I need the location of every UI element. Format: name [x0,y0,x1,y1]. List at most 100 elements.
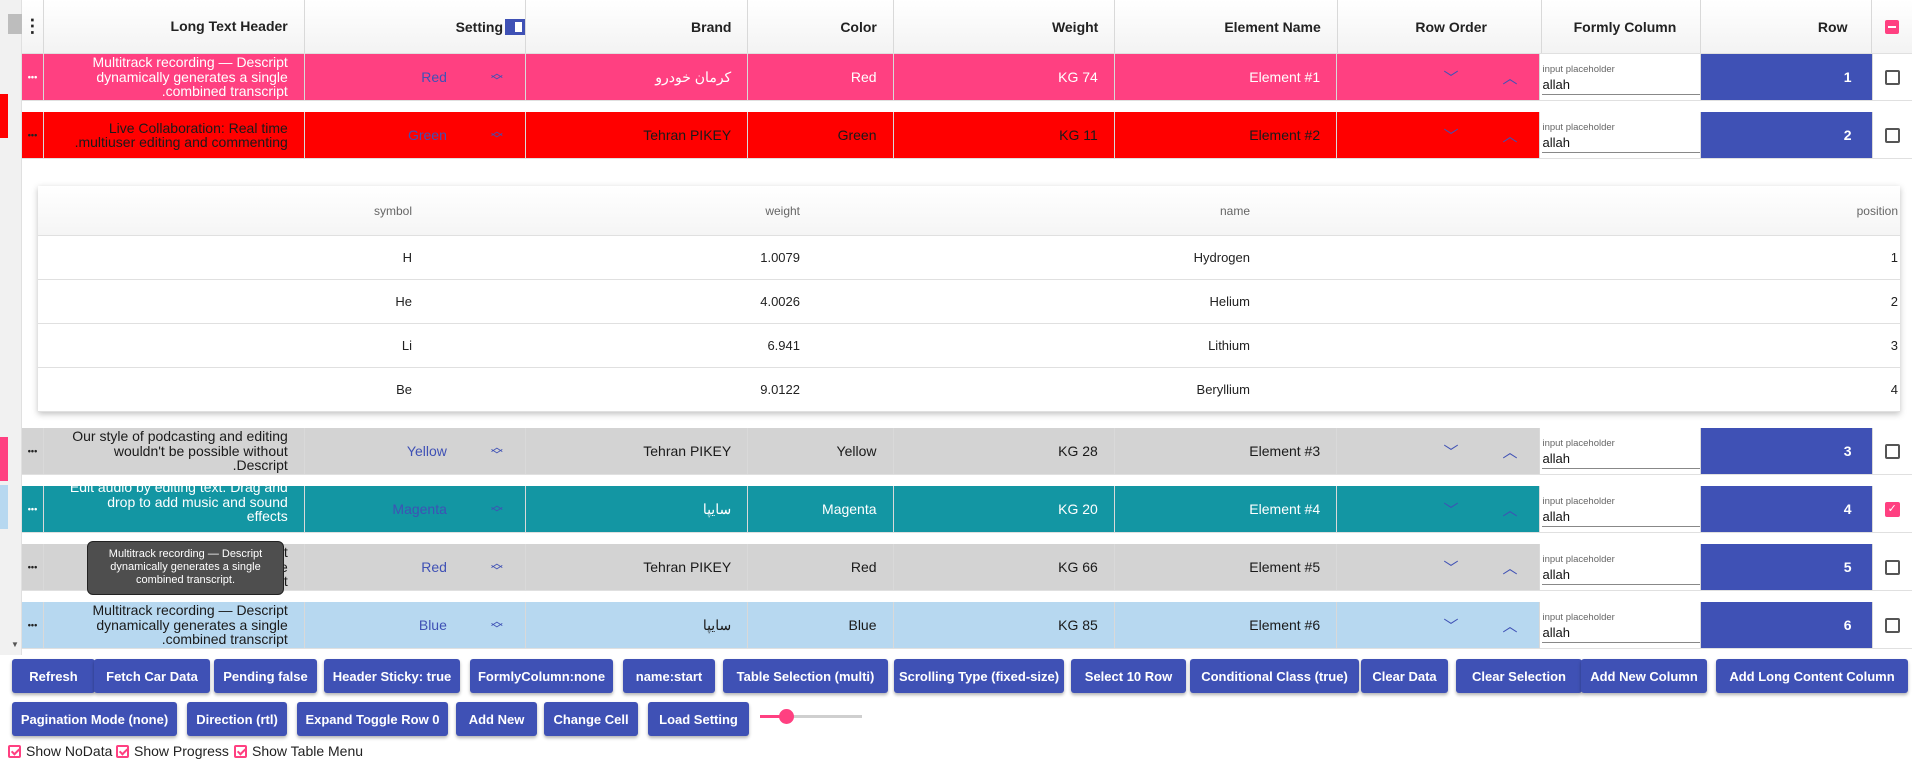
button-add-long-content-column[interactable]: Add Long Content Column [1716,659,1908,693]
formly-cell: input placeholder allah [1540,486,1702,532]
header-brand[interactable]: Brand [526,0,749,53]
button-scrolling-type-fixed-size-[interactable]: Scrolling Type (fixed-size) [894,659,1064,693]
checkbox-checked-icon[interactable] [116,744,129,758]
scroll-down-arrow-icon[interactable]: ▼ [8,640,22,649]
detail-header-weight[interactable]: weight [500,186,800,235]
button-add-new[interactable]: Add New [456,702,537,736]
formly-input[interactable]: allah [1542,623,1701,643]
header-element-name[interactable]: Element Name [1115,0,1338,53]
sort-updown-icon[interactable]: ︿ ﹀ [491,125,503,145]
setting-inner: Yellow ︿ ﹀ [305,441,525,461]
button-select-10-row[interactable]: Select 10 Row [1071,659,1186,693]
column-setting-icon[interactable] [505,18,526,35]
move-down-icon[interactable]: ﹀ [1443,615,1458,636]
row-menu[interactable]: ••• [22,54,44,100]
button-load-setting[interactable]: Load Setting [648,702,749,736]
detail-header-symbol[interactable]: symbol [112,186,412,235]
header-row[interactable]: Row [1701,0,1873,53]
button-add-new-column[interactable]: Add New Column [1581,659,1707,693]
row-menu[interactable]: ••• [22,486,44,532]
button-expand-toggle-row-0[interactable]: Expand Toggle Row 0 [297,702,448,736]
setting-value[interactable]: Blue [419,617,447,633]
more-dots-icon[interactable]: ••• [22,130,43,140]
header-setting-label: Setting [455,18,504,35]
sort-updown-icon[interactable]: ︿ ﹀ [491,441,503,461]
move-down-icon[interactable]: ﹀ [1443,441,1458,462]
row-checkbox[interactable] [1884,617,1900,633]
button-pending-false[interactable]: Pending false [214,659,317,693]
move-up-icon[interactable]: ︿ [1502,499,1517,520]
move-down-icon[interactable]: ﹀ [1443,557,1458,578]
button-clear-data[interactable]: Clear Data [1361,659,1448,693]
row-checkbox[interactable] [1884,127,1900,143]
setting-value[interactable]: Red [421,559,447,575]
detail-header-name[interactable]: name [950,186,1250,235]
header-weight[interactable]: Weight [894,0,1116,53]
button-change-cell[interactable]: Change Cell [544,702,638,736]
move-up-icon[interactable]: ︿ [1502,557,1517,578]
select-all-checkbox[interactable] [1872,0,1912,53]
checkbox-show-progress[interactable]: Show Progress [116,743,229,759]
more-dots-icon[interactable]: ••• [22,562,43,572]
header-row-order[interactable]: Row Order [1338,0,1542,53]
row-checkbox[interactable] [1884,443,1900,459]
formly-input[interactable]: allah [1542,565,1701,585]
formly-input[interactable]: allah [1542,133,1701,153]
move-down-icon[interactable]: ﹀ [1443,499,1458,520]
row-menu[interactable]: ••• [22,428,44,474]
button-conditional-class-true-[interactable]: Conditional Class (true) [1190,659,1359,693]
table-menu-icon[interactable]: ⋮ [22,0,44,53]
button-direction-rtl-[interactable]: Direction (rtl) [187,702,287,736]
checkbox-show-table-menu[interactable]: Show Table Menu [234,743,363,759]
button-name-start[interactable]: name:start [623,659,715,693]
setting-value[interactable]: Red [421,69,447,85]
setting-value[interactable]: Yellow [407,443,447,459]
move-up-icon[interactable]: ︿ [1502,441,1517,462]
checkbox-checked-icon[interactable] [234,744,247,758]
move-up-icon[interactable]: ︿ [1502,125,1517,146]
button-formlycolumn-none[interactable]: FormlyColumn:none [470,659,613,693]
header-setting[interactable]: Setting [305,0,527,53]
range-slider[interactable] [760,709,862,724]
checkbox-checked-icon[interactable] [8,744,21,758]
more-dots-icon[interactable]: ••• [22,504,43,514]
sort-updown-icon[interactable]: ︿ ﹀ [491,499,503,519]
sort-updown-icon[interactable]: ︿ ﹀ [491,615,503,635]
header-long-text[interactable]: Long Text Header [44,0,305,53]
row-menu[interactable]: ••• [22,112,44,158]
formly-input[interactable]: allah [1542,507,1701,527]
button-refresh[interactable]: Refresh [12,659,95,693]
button-table-selection-multi-[interactable]: Table Selection (multi) [723,659,888,693]
row-checkbox[interactable] [1884,69,1900,85]
scrollbar-thumb[interactable] [8,14,22,34]
setting-cell: Red ︿ ﹀ [305,544,526,590]
detail-header-position[interactable]: position [1598,186,1898,235]
setting-value[interactable]: Magenta [392,501,446,517]
sort-updown-icon[interactable]: ︿ ﹀ [491,557,503,577]
move-down-icon[interactable]: ﹀ [1443,125,1458,146]
move-down-icon[interactable]: ﹀ [1443,67,1458,88]
slider-knob[interactable] [778,709,794,724]
table-row: ••• Edit audio by editing text. Drag and d… [22,480,1912,538]
header-color[interactable]: Color [748,0,894,53]
setting-value[interactable]: Green [408,127,447,143]
more-dots-icon[interactable]: ••• [22,72,43,82]
row-menu[interactable]: ••• [22,602,44,648]
sort-updown-icon[interactable]: ︿ ﹀ [491,67,503,87]
button-pagination-mode-none-[interactable]: Pagination Mode (none) [12,702,177,736]
header-formly-column[interactable]: Formly Column [1542,0,1702,53]
formly-input[interactable]: allah [1542,75,1701,95]
button-fetch-car-data[interactable]: Fetch Car Data [94,659,210,693]
move-up-icon[interactable]: ︿ [1502,67,1517,88]
button-header-sticky-true[interactable]: Header Sticky: true [324,659,460,693]
move-up-icon[interactable]: ︿ [1502,615,1517,636]
row-checkbox[interactable] [1884,559,1900,575]
button-clear-selection[interactable]: Clear Selection [1456,659,1582,693]
detail-row: Li 6.941 Lithium 3 [38,324,1900,368]
checkbox-show-nodata[interactable]: Show NoData [8,743,112,759]
more-dots-icon[interactable]: ••• [22,446,43,456]
more-dots-icon[interactable]: ••• [22,620,43,630]
row-checkbox[interactable]: ✓ [1884,501,1900,517]
row-menu[interactable]: ••• [22,544,44,590]
formly-input[interactable]: allah [1542,449,1701,469]
